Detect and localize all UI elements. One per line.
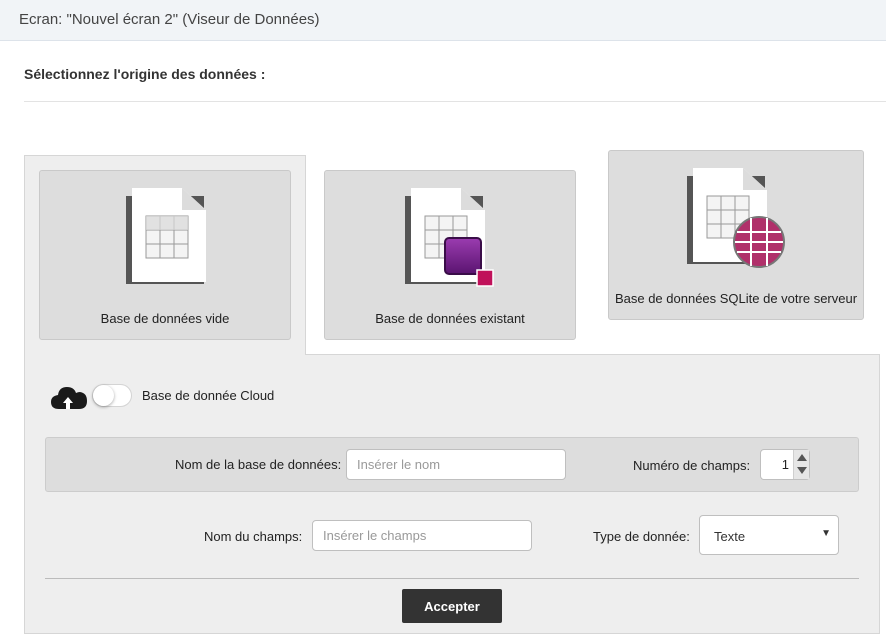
data-type-label: Type de donnée: [593, 529, 690, 544]
blank-database-icon [126, 188, 206, 284]
chevron-down-icon: ▼ [821, 528, 831, 539]
field-name-label: Nom du champs: [204, 529, 303, 544]
database-name-label: Nom de la base de données: [175, 457, 342, 472]
source-card-existing-database[interactable]: Base de données existant [324, 170, 576, 340]
field-count-stepper[interactable]: 1 [760, 449, 810, 480]
existing-database-icon [405, 188, 494, 287]
toggle-knob [93, 385, 114, 406]
source-heading: Sélectionnez l'origine des données : [24, 66, 266, 82]
source-card-sqlite-database[interactable]: Base de données SQLite de votre serveur [608, 150, 864, 320]
source-card-label: Base de données existant [375, 311, 525, 326]
field-count-label: Numéro de champs: [633, 458, 751, 473]
window-title-bar: Ecran: "Nouvel écran 2" (Viseur de Donné… [0, 0, 886, 41]
accept-button[interactable]: Accepter [402, 589, 502, 623]
heading-divider [24, 101, 886, 102]
source-card-label: Base de données SQLite de votre serveur [614, 291, 858, 306]
panel-top-border [305, 354, 880, 355]
cloud-upload-icon [51, 387, 87, 409]
data-type-select[interactable]: Texte ▼ [699, 515, 839, 555]
stepper-down-icon[interactable] [797, 467, 807, 474]
cloud-database-label: Base de donnée Cloud [142, 388, 275, 403]
source-card-label: Base de données vide [100, 311, 230, 326]
field-count-value: 1 [781, 457, 789, 472]
panel-divider [45, 578, 859, 579]
stepper-arrows [793, 450, 809, 479]
data-type-value: Texte [714, 529, 746, 544]
cloud-database-toggle[interactable] [92, 384, 132, 407]
sqlite-server-database-icon [687, 168, 785, 268]
field-name-input[interactable] [312, 520, 532, 551]
source-card-empty-database[interactable]: Base de données vide [39, 170, 291, 340]
window-title: Ecran: "Nouvel écran 2" (Viseur de Donné… [19, 11, 320, 28]
database-name-input[interactable] [346, 449, 566, 480]
stepper-up-icon[interactable] [797, 454, 807, 461]
